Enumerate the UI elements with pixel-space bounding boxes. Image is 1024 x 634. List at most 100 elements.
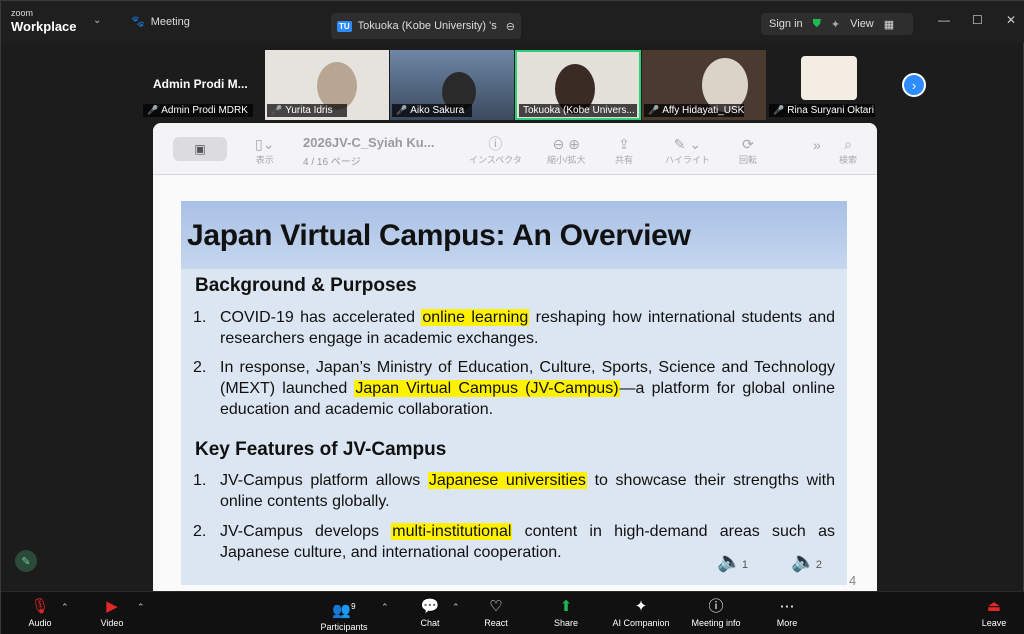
meeting-info-button[interactable]: ⓘ Meeting info [681,596,751,628]
more-icon: ⋯ [779,598,795,615]
sidebar-icon: ▣ [194,142,206,156]
next-page-button[interactable]: › [902,73,926,97]
section-heading: Background & Purposes [195,275,417,296]
heart-icon: ♡ [489,598,503,615]
self-name-label: Admin Prodi M... [153,77,248,91]
meeting-controls: 🎙 Audio ⌃ ▶ Video ⌃ 👥9 Participants ⌃ 💬 … [1,591,1024,634]
highlighted-text: Japanese universities [427,472,587,489]
section-heading: Key Features of JV-Campus [195,439,447,460]
person-head [317,62,357,110]
chat-options-chevron-icon[interactable]: ⌃ [452,602,460,613]
paw-icon: 🐾 [131,16,145,28]
share-button[interactable]: ⬆ Share [531,596,601,628]
highlight-button[interactable]: ✎ ⌄ ハイライト [665,135,710,166]
participant-name: Tokuoka (Kobe Univers... [519,104,637,117]
tab-title: Tokuoka (Kobe University) 's sc [357,20,500,32]
view-button[interactable]: View [850,18,874,30]
zoom-window: zoom Workplace ⌄ 🐾 Meeting TU Tokuoka (K… [0,0,1024,634]
participant-name: 🎤 Rina Suryani Oktari [769,104,875,117]
inspector-button[interactable]: ⓘ インスペクタ [469,135,522,166]
share-icon: ⇪ [618,136,630,152]
video-tile[interactable]: 🎤 Yurita Idris [265,50,389,120]
highlighted-text: online learning [421,309,530,326]
zoom-icon: ⊖ ⊕ [552,136,580,152]
signin-button[interactable]: Sign in [769,18,803,30]
brand-large: Workplace [11,19,77,34]
slide-page: Japan Virtual Campus: An Overview Backgr… [181,201,856,588]
participant-name: 🎤 Affy Hidayati_USK [644,104,744,117]
overflow-icon[interactable]: » [813,137,821,153]
shared-pdf-viewer: ▣ ▯⌄ 表示 2026JV-C_Syiah Ku... 4 / 16 ページ … [153,123,877,591]
search-icon: ⌕ [844,136,852,152]
video-tile[interactable]: 🎤 Aiko Sakura [390,50,514,120]
more-button[interactable]: ⋯ More [752,596,822,628]
display-button[interactable]: ▯⌄ 表示 [255,135,274,166]
search-button[interactable]: ⌕ 検索 [839,135,857,166]
mic-muted-icon: 🎤 [396,105,408,115]
highlighted-text: Japan Virtual Campus (JV-Campus) [354,380,620,397]
annotate-button[interactable]: ✎ [15,550,37,572]
info-icon: ⓘ [708,598,724,615]
account-group: Sign in ⛊ ✦ View ▦ [761,13,913,35]
audio-options-chevron-icon[interactable]: ⌃ [61,602,69,613]
avatar [801,56,857,100]
meeting-button[interactable]: 🐾 Meeting [131,15,190,29]
participant-name: 🎤 Admin Prodi MDRK [143,104,253,117]
video-tile[interactable]: 🎤 Rina Suryani Oktari [767,50,875,120]
minimize-icon[interactable]: — [938,13,950,27]
exit-icon: ⏏ [986,598,1002,615]
participants-options-chevron-icon[interactable]: ⌃ [381,602,389,613]
participants-button[interactable]: 👥9 Participants [309,596,379,632]
shared-screen-tab[interactable]: TU Tokuoka (Kobe University) 's sc ⊖ [331,13,521,39]
pen-icon: ✎ ⌄ [673,136,702,152]
highlighted-text: multi-institutional [391,523,513,540]
participant-name: 🎤 Yurita Idris [267,104,347,117]
info-icon: ⓘ [488,136,503,152]
slide-title: Japan Virtual Campus: An Overview [187,219,691,252]
document-page-indicator: 4 / 16 ページ [303,157,361,168]
video-options-chevron-icon[interactable]: ⌃ [137,602,145,613]
sidebar-layout-icon: ▯⌄ [255,136,275,152]
mic-muted-icon: 🎤 [271,105,283,115]
mic-muted-icon: 🎤 [147,105,159,115]
sparkle-icon: ✦ [634,598,648,615]
people-icon: 👥9 [332,602,356,619]
maximize-icon[interactable]: ☐ [972,13,983,27]
react-button[interactable]: ♡ React [461,596,531,628]
ai-companion-button[interactable]: ✦ AI Companion [601,596,681,628]
participant-count: 9 [351,602,356,611]
brand-small: zoom [11,8,34,18]
tab-badge: TU [337,20,352,32]
more-options-icon[interactable]: ⊖ [506,20,515,33]
audio-speaker-icon[interactable]: 🔈2 [791,549,822,574]
participant-name: 🎤 Aiko Sakura [392,104,472,117]
audio-speaker-icon[interactable]: 🔈1 [717,549,748,574]
chevron-down-icon[interactable]: ⌄ [93,15,101,26]
slide-header: Japan Virtual Campus: An Overview [181,201,847,269]
slide-page-number: 4 [849,573,857,588]
pencil-icon: ✎ [21,555,31,568]
video-tile[interactable]: 🎤 Affy Hidayati_USK [642,50,766,120]
list-item: 1. COVID-19 has accelerated online learn… [193,309,836,347]
sidebar-toggle-button[interactable]: ▣ [173,137,227,161]
list-item: 1. JV-Campus platform allows Japanese un… [193,472,836,510]
viewer-toolbar: ▣ ▯⌄ 表示 2026JV-C_Syiah Ku... 4 / 16 ページ … [153,123,877,175]
rotate-icon: ⟳ [742,136,754,152]
leave-button[interactable]: ⏏ Leave [959,596,1024,628]
share-doc-button[interactable]: ⇪ 共有 [615,135,633,166]
share-screen-icon: ⬆ [559,598,573,615]
sparkle-icon[interactable]: ✦ [831,18,840,31]
rotate-button[interactable]: ⟳ 回転 [739,135,757,166]
close-icon[interactable]: ✕ [1006,13,1016,27]
list-item: 2. In response, Japan’s Ministry of Educ… [193,359,836,418]
document-area: Japan Virtual Campus: An Overview Backgr… [153,175,877,591]
mic-muted-icon: 🎤 [648,105,660,115]
active-speaker-tile[interactable]: Tokuoka (Kobe Univers... [515,50,641,120]
title-bar: zoom Workplace ⌄ 🐾 Meeting TU Tokuoka (K… [1,1,1024,43]
zoom-button[interactable]: ⊖ ⊕ 縮小/拡大 [547,135,586,166]
shield-icon: ⛊ [812,17,821,30]
zoom-logo: zoom Workplace [11,8,77,34]
document-title: 2026JV-C_Syiah Ku... [303,135,435,150]
mic-muted-icon: 🎤 [773,105,785,115]
chevron-right-icon: › [911,77,917,93]
